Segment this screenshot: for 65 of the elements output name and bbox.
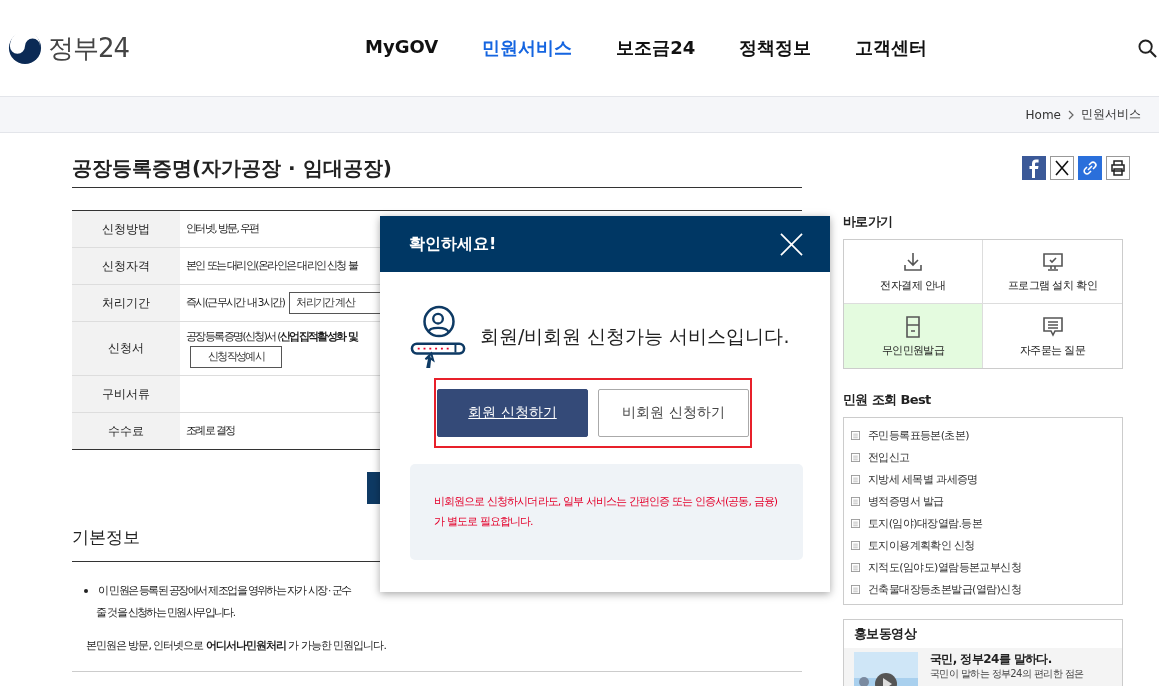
quick-link[interactable]: 자주묻는 질문 <box>983 304 1122 368</box>
best-link[interactable]: 건축물대장등초본발급(열람)신청 <box>851 578 1122 600</box>
bullet-icon <box>84 589 88 593</box>
facebook-icon[interactable] <box>1022 156 1046 180</box>
nav-link[interactable]: 민원서비스 <box>482 36 573 60</box>
document-icon <box>851 452 860 462</box>
breadcrumb-link[interactable]: Home <box>1025 107 1061 122</box>
nav-link[interactable]: 고객센터 <box>855 36 928 60</box>
best-link[interactable]: 주민등록표등본(초본) <box>851 424 1122 446</box>
bullet-text: 줄 것을 신청하는 민원사무입니다. <box>96 605 235 620</box>
dialog-message: 회원/비회원 신청가능 서비스입니다. <box>480 324 790 349</box>
document-icon <box>851 430 860 440</box>
best-link[interactable]: 토지(임야)대장열람.등본 <box>851 512 1122 534</box>
quick-link[interactable]: 무인민원발급 <box>844 304 983 368</box>
row-label: 신청자격 <box>72 248 180 284</box>
video-title[interactable]: 국민, 정부24를 말하다. <box>930 652 1052 667</box>
document-icon <box>851 562 860 572</box>
monitor-icon <box>1040 250 1065 274</box>
video-heading: 홍보동영상 <box>853 625 918 643</box>
chevron-icon <box>1068 109 1074 120</box>
breadcrumb-link[interactable]: 민원서비스 <box>1081 106 1141 123</box>
x-icon[interactable] <box>1050 156 1074 180</box>
best-link[interactable]: 전입신고 <box>851 446 1122 468</box>
best-link[interactable]: 병적증명서 발급 <box>851 490 1122 512</box>
best-link[interactable]: 지적도(임야도)열람등본교부신청 <box>851 556 1122 578</box>
row-label: 신청방법 <box>72 211 180 247</box>
document-icon <box>851 474 860 484</box>
row-value: 본인 또는 대리인(온라인은 대리인 신청 불 <box>186 259 357 273</box>
best-link[interactable]: 지방세 세목별 과세증명 <box>851 468 1122 490</box>
note-text: 본민원은 방문, 인터넷으로 어디서나민원처리 가 가능한 민원입니다. <box>86 638 387 653</box>
best-link[interactable]: 토지이용계획확인 신청 <box>851 534 1122 556</box>
link-icon[interactable] <box>1078 156 1102 180</box>
print-icon[interactable] <box>1106 156 1130 180</box>
bullet-text: 이 민원은 등록된 공장에서 제조업을 영위하는 자가 시장 · 군수 <box>98 583 351 598</box>
nav-link[interactable]: 정책정보 <box>739 36 812 60</box>
document-icon <box>851 496 860 506</box>
apply-option-button[interactable]: 비회원 신청하기 <box>598 389 749 437</box>
sidebar-heading: 바로가기 <box>843 213 894 231</box>
document-icon <box>851 584 860 594</box>
quick-link[interactable]: 프로그램 설치 확인 <box>983 240 1122 304</box>
row-label: 신청서 <box>72 322 180 375</box>
row-value: 조례로 결정 <box>186 424 235 438</box>
page-title: 공장등록증명(자가공장 · 임대공장) <box>72 154 392 182</box>
document-icon <box>851 518 860 528</box>
chat-icon <box>1040 314 1065 339</box>
logo-text[interactable]: 정부24 <box>48 30 130 66</box>
row-label: 처리기간 <box>72 285 180 321</box>
user-login-icon <box>410 305 468 369</box>
row-value: 공장등록증명(신청)서 (산업집적활성화 및 <box>186 329 358 344</box>
row-value: 즉시(근무시간 내 3시간) <box>186 296 285 310</box>
row-value: 인터넷, 방문, 우편 <box>186 222 259 236</box>
close-icon[interactable] <box>780 232 803 256</box>
small-button[interactable]: 신청작성예시 <box>190 345 282 368</box>
nav-link[interactable]: 보조금24 <box>616 36 696 60</box>
download-icon <box>901 250 925 274</box>
row-label: 구비서류 <box>72 376 180 412</box>
emblem-icon[interactable] <box>8 31 42 65</box>
apply-option-button[interactable]: 회원 신청하기 <box>437 389 588 437</box>
row-label: 수수료 <box>72 413 180 449</box>
nav-link[interactable]: MyGOV <box>365 36 439 60</box>
video-subtitle: 국민이 말하는 정부24의 편리한 점은 <box>930 667 1084 680</box>
document-icon <box>851 540 860 550</box>
dialog-title: 확인하세요! <box>409 233 497 255</box>
sidebar-heading: 민원 조회 Best <box>843 391 932 409</box>
search-icon[interactable] <box>1138 38 1157 58</box>
